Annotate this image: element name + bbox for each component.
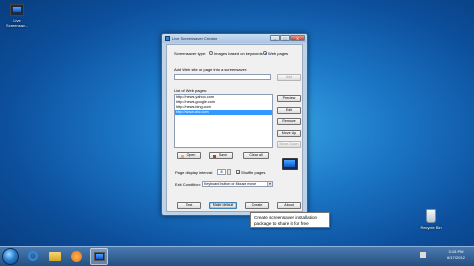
page-interval-value: 8 — [220, 170, 223, 174]
preview-button[interactable]: Preview — [277, 95, 301, 102]
folder-icon — [181, 155, 184, 158]
window-title: Live Screensaver Creator — [172, 36, 218, 41]
app-icon — [165, 36, 170, 41]
title-bar[interactable]: Live Screensaver Creator – □ ✕ — [162, 34, 307, 43]
add-button[interactable]: Add — [277, 74, 301, 81]
taskbar-explorer[interactable] — [46, 248, 64, 265]
make-default-button[interactable]: Make default — [209, 202, 237, 209]
taskbar — [0, 246, 474, 266]
exit-condition-select[interactable]: Keyboard button or Mouse move ▼ — [202, 181, 273, 187]
screensaver-type-label: Screensaver type: — [174, 51, 207, 56]
exit-condition-label: Exit Condition: — [175, 182, 201, 187]
shuffle-pages-label[interactable]: Shuffle pages — [241, 170, 265, 175]
save-button-label: Save — [218, 153, 228, 157]
radio-images-keywords[interactable] — [209, 51, 213, 55]
page-interval-spinner[interactable] — [227, 169, 231, 175]
desktop-icon-label: Recycle Bin — [420, 225, 442, 230]
clock-date: 6/17/2012 — [447, 255, 465, 260]
maximize-button[interactable]: □ — [280, 35, 290, 41]
media-player-icon — [71, 251, 82, 262]
clear-all-button[interactable]: Clear all — [243, 152, 269, 159]
remove-button[interactable]: Remove — [277, 118, 301, 125]
taskbar-ie[interactable] — [24, 248, 42, 265]
start-button[interactable] — [2, 248, 19, 265]
web-pages-list[interactable]: http://news.yahoo.com http://news.google… — [174, 94, 273, 148]
shuffle-pages-checkbox[interactable] — [236, 170, 240, 175]
add-website-label: Add Web site or page into a screensaver: — [174, 67, 248, 72]
list-item-selected[interactable]: http://www.cbc.com — [175, 110, 272, 115]
live-screensaver-creator-window: Live Screensaver Creator – □ ✕ Screensav… — [161, 33, 308, 216]
test-button[interactable]: Test — [177, 202, 201, 209]
tooltip-line: Create screensaver installation — [254, 215, 318, 220]
page-interval-label: Page display interval: — [175, 170, 214, 175]
screensaver-app-icon — [10, 4, 24, 16]
create-button-tooltip: Create screensaver installation package … — [250, 212, 330, 228]
monitor-preview-icon — [282, 158, 298, 170]
radio-images-keywords-label[interactable]: Images based on keywords — [214, 51, 263, 56]
tooltip-line: package to share it for free — [254, 220, 309, 226]
create-button[interactable]: Create — [245, 202, 269, 209]
chevron-down-icon: ▼ — [267, 181, 272, 186]
window-client-area: Screensaver type: Images based on keywor… — [166, 44, 303, 212]
desktop-icon-label: Screensav... — [6, 23, 28, 28]
live-screensaver-icon — [94, 252, 105, 261]
radio-web-pages[interactable] — [263, 51, 267, 55]
open-button-label: Open — [186, 153, 196, 157]
edit-button[interactable]: Edit — [277, 107, 301, 114]
web-pages-list-label: List of Web pages: — [174, 88, 208, 93]
move-up-button[interactable]: Move Up — [277, 130, 301, 137]
taskbar-live-screensaver[interactable] — [90, 248, 108, 265]
action-center-icon[interactable] — [420, 252, 426, 258]
desktop-icon-live-screensaver[interactable]: Live Screensav... — [2, 4, 32, 28]
system-clock[interactable]: 3:15 PM 6/17/2012 — [440, 249, 472, 261]
minimize-button[interactable]: – — [270, 35, 280, 41]
save-icon — [213, 155, 216, 158]
about-button[interactable]: About — [277, 202, 301, 209]
radio-web-pages-label[interactable]: Web pages — [268, 51, 288, 56]
ie-icon — [28, 251, 38, 261]
save-button[interactable]: Save — [209, 152, 233, 159]
explorer-folder-icon — [49, 252, 61, 261]
recycle-bin-icon — [426, 209, 436, 223]
taskbar-media-player[interactable] — [68, 248, 86, 265]
open-button[interactable]: Open — [177, 152, 201, 159]
desktop-icon-recycle-bin[interactable]: Recycle Bin — [416, 209, 446, 230]
page-interval-input[interactable]: 8 — [217, 169, 226, 175]
close-button[interactable]: ✕ — [290, 35, 305, 41]
move-down-button[interactable]: Move Down — [277, 141, 301, 148]
exit-condition-value: Keyboard button or Mouse move — [204, 182, 257, 186]
add-website-input[interactable] — [174, 74, 271, 80]
